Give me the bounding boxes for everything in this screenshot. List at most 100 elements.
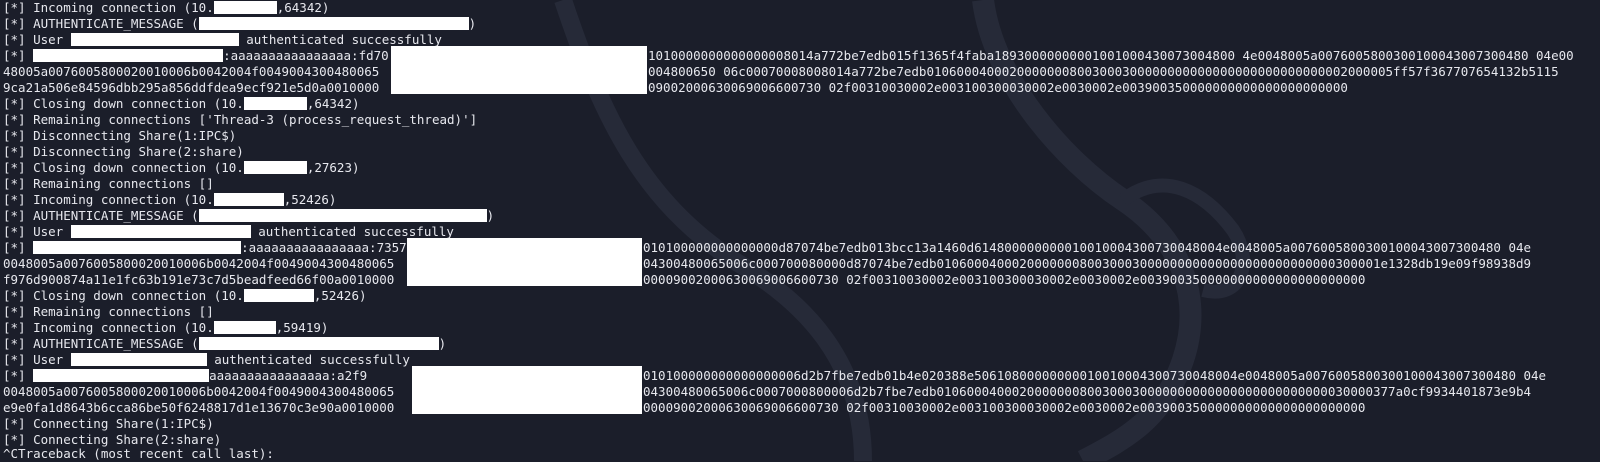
log-text: ,52426) [283,192,337,207]
log-line-remaining-connections: [*] Remaining connections ['Thread-3 (pr… [3,112,477,128]
log-text: [*] AUTHENTICATE_MESSAGE ( [3,336,199,351]
log-hash-tail: 04300480065006c000700080000d87074be7edb0… [643,256,1531,272]
log-text: [*] AUTHENTICATE_MESSAGE ( [3,16,199,31]
log-text: [*] Incoming connection (10. [3,192,214,207]
redaction-block [33,241,242,254]
log-text: [*] Remaining connections [] [3,176,214,191]
redaction-block [407,238,642,286]
log-text: [*] Connecting Share(2:share) [3,432,222,447]
log-hash-tail: 00009002000630069006600730 02f0031003000… [643,272,1365,288]
log-text: authenticated successfully [250,224,454,239]
log-line-ntlm-hash: [*] :aaaaaaaaaaaaaaaa:fd70 [3,48,389,64]
log-text: [*] Remaining connections [] [3,304,214,319]
log-text: ,27623) [306,160,360,175]
log-line-hash-continuation: e9e0fa1d8643b6cca86be50f6248817d1e13670c… [3,400,394,416]
log-text: [*] Incoming connection (10. [3,0,214,15]
log-line-disconnecting-share: [*] Disconnecting Share(1:IPC$) [3,128,236,144]
redaction-block [243,161,307,174]
log-text: 04300480065006c0007000800006d2b7fbe7edb0… [643,384,1532,399]
log-text: 004800650 06c00070008008014a772be7edb010… [648,64,1559,79]
log-text: [*] Closing down connection (10. [3,96,244,111]
log-text: authenticated successfully [206,352,410,367]
redaction-block [213,193,284,206]
log-text: 1010000000000000008014a772be7edb015f1365… [648,48,1574,63]
log-hash-tail: 004800650 06c00070008008014a772be7edb010… [648,64,1559,80]
redaction-block [198,17,469,30]
log-text: 010100000000000000d87074be7edb013bcc13a1… [643,240,1532,255]
redaction-block [391,46,647,94]
log-text: 48005a0076005800020010006b0042004f004900… [3,64,380,79]
log-text: 0048005a0076005800020010006b0042004f0049… [3,256,395,271]
log-text: [*] Connecting Share(1:IPC$) [3,416,214,431]
log-text: [*] Closing down connection (10. [3,160,244,175]
log-text: ,52426) [313,288,367,303]
log-line-authenticate-message: [*] AUTHENTICATE_MESSAGE () [3,16,476,32]
log-text: ,59419) [275,320,329,335]
log-line-closing-connection: [*] Closing down connection (10. ,27623) [3,160,360,176]
redaction-block [213,321,276,334]
redaction-block [33,49,224,62]
redaction-block [243,289,314,302]
log-line-user-authenticated: [*] User authenticated successfully [3,224,454,240]
log-line-ntlm-hash: [*] :aaaaaaaaaaaaaaaa:7357 [3,240,407,256]
log-text: [*] User [3,224,71,239]
log-text: ,64342) [306,96,360,111]
log-text: ,64342) [276,0,330,15]
log-line-closing-connection: [*] Closing down connection (10. ,52426) [3,288,367,304]
log-line-disconnecting-share: [*] Disconnecting Share(2:share) [3,144,244,160]
log-line-user-authenticated: [*] User authenticated successfully [3,32,442,48]
redaction-block [198,209,487,222]
log-text: 00009002000630069006600730 02f0031003000… [643,400,1366,415]
log-line-authenticate-message: [*] AUTHENTICATE_MESSAGE () [3,336,446,352]
terminal-window[interactable]: [*] Incoming connection (10. ,64342) [*] … [3,0,1597,461]
log-text: 04300480065006c000700080000d87074be7edb0… [643,256,1532,271]
redaction-block [213,1,277,14]
log-line-incoming-connection: [*] Incoming connection (10. ,64342) [3,0,329,16]
redaction-block [70,33,239,46]
log-text: [*] Closing down connection (10. [3,288,244,303]
log-hash-tail: 00009002000630069006600730 02f0031003000… [643,400,1365,416]
log-text: 0048005a0076005800020010006b0042004f0049… [3,384,395,399]
log-text: 9ca21a506e84596dbb295a856ddfdea9ecf921e5… [3,80,380,95]
log-line-hash-continuation: f976d900874a11e1fc63b191e73c7d5beadfeed6… [3,272,394,288]
redaction-block [412,366,642,414]
log-line-hash-continuation: 48005a0076005800020010006b0042004f004900… [3,64,379,80]
log-hash-tail: 09002000630069006600730 02f00310030002e0… [648,80,1348,96]
log-text: [*] Disconnecting Share(2:share) [3,144,244,159]
log-text: [*] [3,368,34,383]
redaction-block [70,225,251,238]
log-text: :aaaaaaaaaaaaaaaa:fd70 [223,48,389,63]
redaction-block [33,369,210,382]
log-hash-tail: 1010000000000000008014a772be7edb015f1365… [648,48,1574,64]
log-text: 09002000630069006600730 02f00310030002e0… [648,80,1348,95]
log-line-closing-connection: [*] Closing down connection (10. ,64342) [3,96,360,112]
redaction-block [198,337,439,350]
log-text: [*] Disconnecting Share(1:IPC$) [3,128,237,143]
log-line-ntlm-hash: [*] aaaaaaaaaaaaaaaa:a2f9 [3,368,367,384]
log-hash-tail: 010100000000000000d87074be7edb013bcc13a1… [643,240,1531,256]
log-line-user-authenticated: [*] User authenticated successfully [3,352,410,368]
log-text: [*] User [3,32,71,47]
log-text: ) [486,208,495,223]
redaction-block [70,353,207,366]
log-line-hash-continuation: 9ca21a506e84596dbb295a856ddfdea9ecf921e5… [3,80,379,96]
log-line-remaining-connections: [*] Remaining connections [] [3,176,214,192]
log-text: :aaaaaaaaaaaaaaaa:7357 [241,240,407,255]
log-text: ^CTraceback (most recent call last): [3,446,274,461]
log-text: [*] AUTHENTICATE_MESSAGE ( [3,208,199,223]
log-line-traceback: ^CTraceback (most recent call last): [3,446,274,462]
log-text: ) [438,336,447,351]
log-line-authenticate-message: [*] AUTHENTICATE_MESSAGE () [3,208,494,224]
log-line-connecting-share: [*] Connecting Share(1:IPC$) [3,416,214,432]
log-text: 010100000000000000006d2b7fbe7edb01b4e020… [643,368,1547,383]
log-text: f976d900874a11e1fc63b191e73c7d5beadfeed6… [3,272,395,287]
log-line-incoming-connection: [*] Incoming connection (10. ,52426) [3,192,336,208]
log-hash-tail: 04300480065006c0007000800006d2b7fbe7edb0… [643,384,1531,400]
log-text: authenticated successfully [238,32,442,47]
log-text: [*] Remaining connections ['Thread-3 (pr… [3,112,478,127]
log-text: 00009002000630069006600730 02f0031003000… [643,272,1366,287]
log-hash-tail: 010100000000000000006d2b7fbe7edb01b4e020… [643,368,1546,384]
log-line-hash-continuation: 0048005a0076005800020010006b0042004f0049… [3,384,394,400]
log-text: [*] User [3,352,71,367]
log-text: [*] [3,240,34,255]
